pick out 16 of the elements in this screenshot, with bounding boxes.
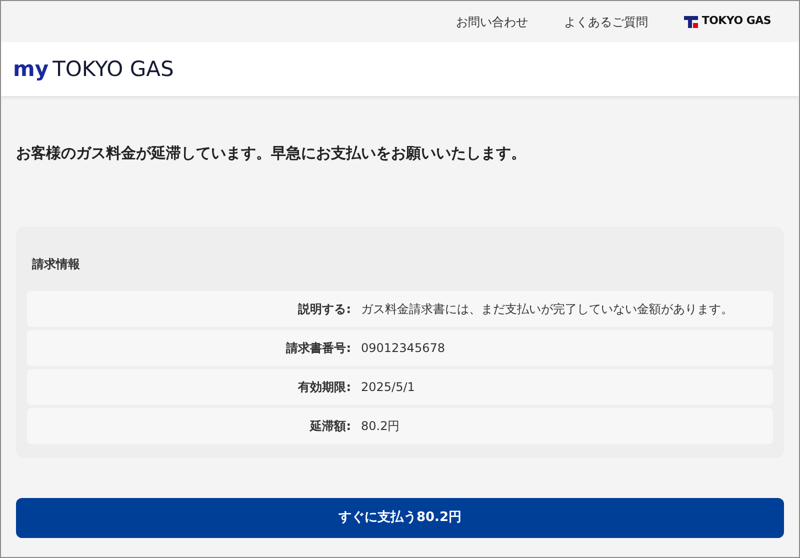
site-logo[interactable]: my TOKYO GAS	[13, 58, 174, 80]
top-link[interactable]: よくあるご質問	[564, 12, 648, 30]
row-value: 80.2円	[361, 418, 400, 434]
row-value: ガス料金請求書には、まだ支払いが完了していない金額があります。	[361, 300, 733, 318]
row-value: 2025/5/1	[361, 378, 415, 396]
row-label: 説明する:	[296, 300, 351, 318]
top-link[interactable]: お問い合わせ	[456, 12, 528, 30]
row-label: 請求書番号:	[284, 340, 351, 356]
row-label: 有効期限:	[296, 378, 351, 396]
card-title: 請求情報	[32, 256, 81, 272]
row-value: 09012345678	[361, 340, 445, 356]
overdue-notice: お客様のガス料金が延滞しています。早急にお支払いをお願いいたします。	[16, 143, 527, 164]
row-label: 延滞額:	[308, 418, 351, 434]
brand-name: TOKYO GAS	[702, 13, 771, 30]
pay-button[interactable]: すぐに支払う80.2円	[16, 498, 784, 538]
brand-mark-icon	[684, 16, 698, 28]
